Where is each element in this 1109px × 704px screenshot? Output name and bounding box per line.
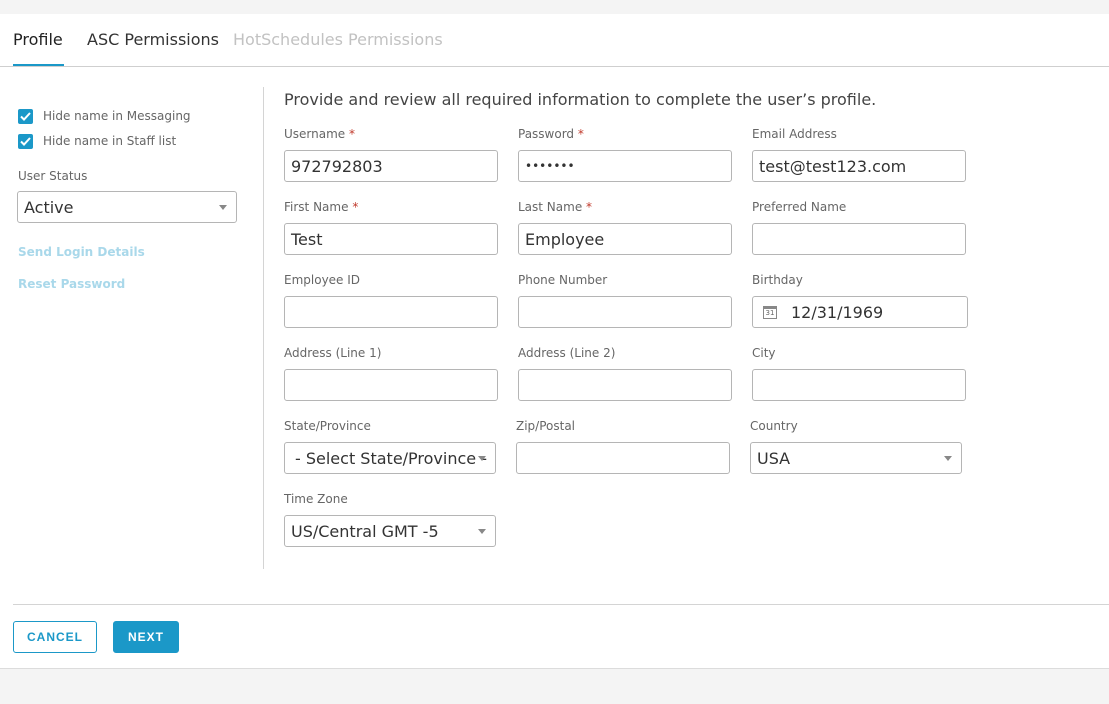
birthday-input[interactable]: 31 12/31/1969 — [752, 296, 968, 328]
checkmark-icon — [20, 136, 31, 146]
username-input[interactable]: 972792803 — [284, 150, 498, 182]
top-strip — [0, 0, 1109, 14]
tab-bar: Profile ASC Permissions HotSchedules Per… — [0, 14, 1109, 67]
password-label: Password * — [518, 127, 584, 141]
zip-label: Zip/Postal — [516, 419, 576, 433]
phone-label: Phone Number — [518, 273, 608, 287]
cancel-button[interactable]: CANCEL — [13, 621, 97, 653]
address1-label: Address (Line 1) — [284, 346, 382, 360]
timezone-label: Time Zone — [284, 492, 348, 506]
first-name-label: First Name * — [284, 200, 359, 214]
first-name-input[interactable]: Test — [284, 223, 498, 255]
hide-staff-row[interactable]: Hide name in Staff list — [18, 133, 176, 149]
address2-label: Address (Line 2) — [518, 346, 616, 360]
birthday-label: Birthday — [752, 273, 803, 287]
chevron-down-icon — [478, 529, 486, 534]
tab-profile[interactable]: Profile — [13, 30, 63, 49]
email-label: Email Address — [752, 127, 837, 141]
intro-text: Provide and review all required informat… — [284, 90, 877, 109]
active-tab-indicator — [13, 64, 64, 66]
country-value: USA — [757, 448, 791, 468]
email-input[interactable]: test@test123.com — [752, 150, 966, 182]
required-mark: * — [586, 200, 593, 214]
country-label: Country — [750, 419, 798, 433]
state-value: - Select State/Province - — [295, 448, 487, 468]
country-select[interactable]: USA — [750, 442, 962, 474]
hide-staff-label: Hide name in Staff list — [43, 134, 177, 148]
required-mark: * — [352, 200, 359, 214]
calendar-icon[interactable]: 31 — [763, 305, 777, 319]
address2-input[interactable] — [518, 369, 732, 401]
employee-id-label: Employee ID — [284, 273, 361, 287]
user-status-value: Active — [24, 197, 74, 217]
required-mark: * — [349, 127, 355, 141]
username-value: 972792803 — [291, 156, 383, 176]
password-value: ••••••• — [525, 159, 575, 173]
footer-divider — [13, 604, 1109, 605]
column-divider — [263, 87, 264, 569]
email-value: test@test123.com — [759, 156, 907, 176]
state-label: State/Province — [284, 419, 371, 433]
hide-messaging-row[interactable]: Hide name in Messaging — [18, 108, 191, 124]
chevron-down-icon — [478, 456, 486, 461]
address1-input[interactable] — [284, 369, 498, 401]
preferred-name-input[interactable] — [752, 223, 966, 255]
username-label: Username * — [284, 127, 355, 141]
birthday-value: 12/31/1969 — [791, 302, 884, 322]
hide-staff-checkbox[interactable] — [18, 133, 33, 149]
chevron-down-icon — [219, 205, 227, 210]
send-login-details-link[interactable]: Send Login Details — [18, 245, 145, 259]
last-name-input[interactable]: Employee — [518, 223, 732, 255]
hide-messaging-label: Hide name in Messaging — [43, 109, 191, 123]
phone-input[interactable] — [518, 296, 732, 328]
state-select[interactable]: - Select State/Province - — [284, 442, 496, 474]
last-name-value: Employee — [525, 229, 605, 249]
tab-hotschedules-permissions[interactable]: HotSchedules Permissions — [233, 30, 443, 49]
checkmark-icon — [20, 111, 31, 121]
city-label: City — [752, 346, 776, 360]
preferred-name-label: Preferred Name — [752, 200, 847, 214]
timezone-value: US/Central GMT -5 — [291, 521, 439, 541]
required-mark: * — [577, 127, 584, 141]
next-button[interactable]: NEXT — [113, 621, 179, 653]
hide-messaging-checkbox[interactable] — [18, 108, 33, 124]
timezone-select[interactable]: US/Central GMT -5 — [284, 515, 496, 547]
user-status-label: User Status — [18, 169, 88, 183]
first-name-value: Test — [291, 229, 323, 249]
employee-id-input[interactable] — [284, 296, 498, 328]
chevron-down-icon — [944, 456, 952, 461]
password-input[interactable]: ••••••• — [518, 150, 732, 182]
user-status-select[interactable]: Active — [17, 191, 237, 223]
zip-input[interactable] — [516, 442, 730, 474]
reset-password-link[interactable]: Reset Password — [18, 277, 125, 291]
last-name-label: Last Name * — [518, 200, 593, 214]
city-input[interactable] — [752, 369, 966, 401]
tab-asc-permissions[interactable]: ASC Permissions — [87, 30, 219, 49]
profile-panel: Profile ASC Permissions HotSchedules Per… — [0, 14, 1109, 669]
